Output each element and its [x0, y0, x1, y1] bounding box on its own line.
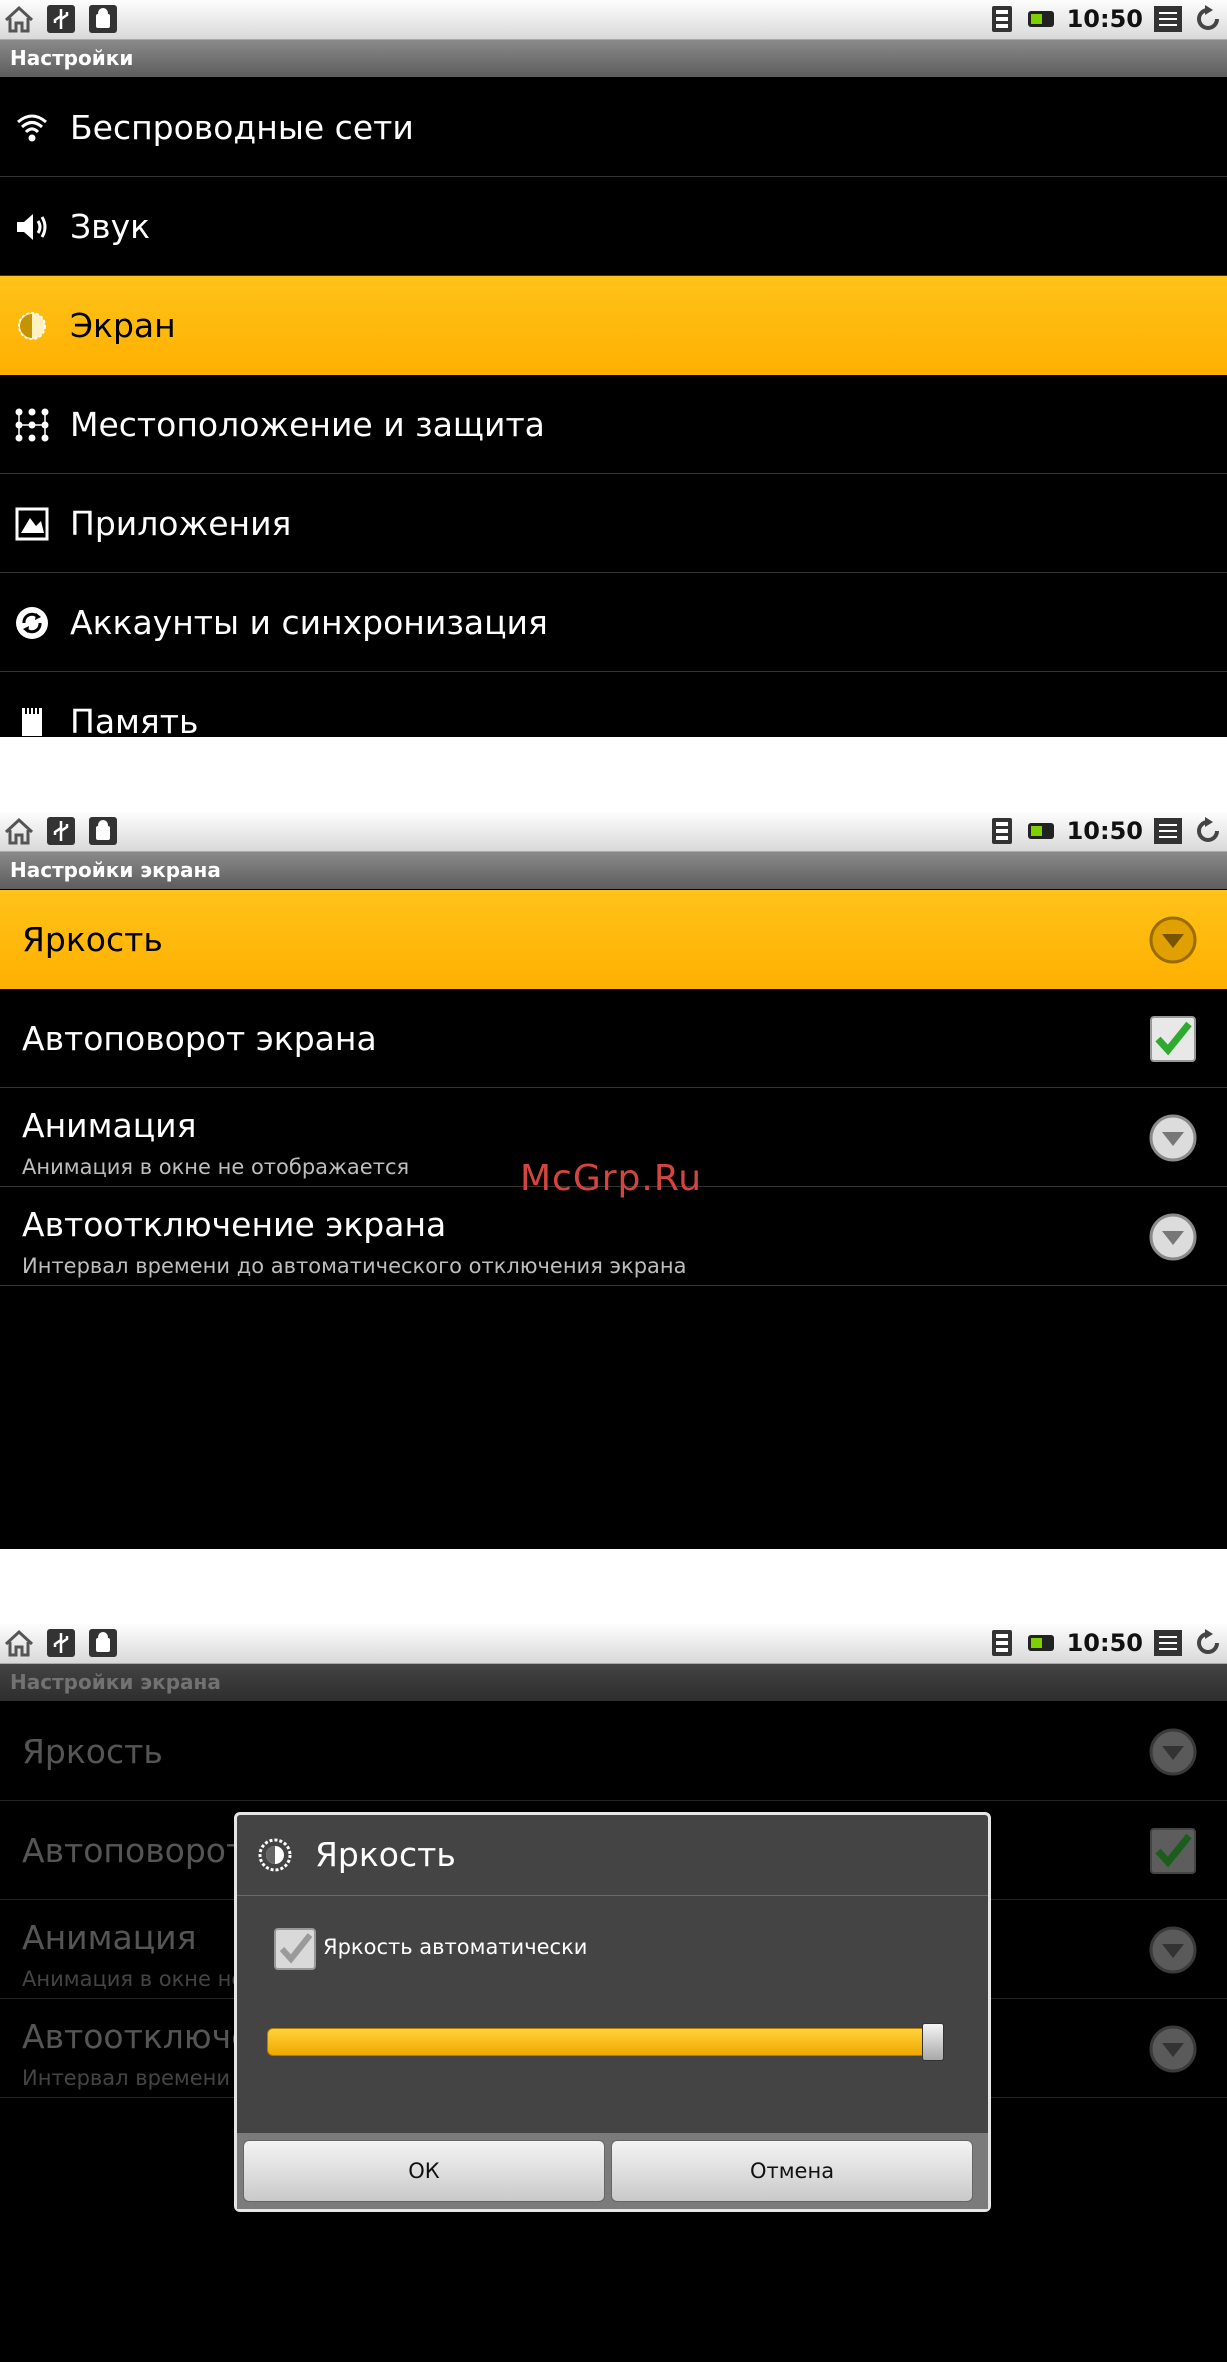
brightness-dialog-screen: 10:50 Настройки экрана Яркость Автоповор…: [0, 1624, 1227, 2362]
sdcard-icon: [22, 708, 42, 736]
sync-icon: [16, 607, 48, 639]
signal-icon: [991, 818, 1012, 844]
clock: 10:50: [1066, 5, 1143, 33]
android-debug-icon: [89, 817, 117, 845]
refresh-icon[interactable]: [1193, 1628, 1223, 1658]
clock: 10:50: [1066, 817, 1143, 845]
brightness-slider[interactable]: [267, 2023, 957, 2061]
wifi-icon: [17, 114, 47, 142]
home-icon: [4, 1629, 34, 1657]
brightness-slider-fill: [267, 2028, 933, 2056]
refresh-icon[interactable]: [1193, 4, 1223, 34]
menu-item-wireless[interactable]: Беспроводные сети: [0, 78, 1227, 177]
dropdown-icon[interactable]: [1149, 916, 1197, 964]
menu-item-accounts-sync[interactable]: Аккаунты и синхронизация: [0, 573, 1227, 672]
status-bar: 10:50: [0, 0, 1227, 40]
setting-brightness: Яркость: [0, 1702, 1227, 1801]
dialog-button-bar: ОК Отмена: [237, 2133, 988, 2209]
page-title: Настройки: [0, 40, 1227, 77]
menu-item-storage[interactable]: Память: [0, 672, 1227, 737]
menu-list-icon[interactable]: [1153, 4, 1183, 34]
watermark: McGrp.Ru: [520, 1158, 703, 1199]
home-icon: [4, 5, 34, 33]
battery-icon: [1027, 11, 1054, 27]
grid-lock-icon: [15, 408, 49, 442]
android-debug-icon: [89, 1629, 117, 1657]
dropdown-icon[interactable]: [1149, 1114, 1197, 1162]
dialog-title: Яркость: [315, 1835, 456, 1874]
menu-item-applications[interactable]: Приложения: [0, 474, 1227, 573]
checkbox-checked-icon[interactable]: [1149, 1015, 1197, 1063]
battery-icon: [1027, 1635, 1054, 1651]
dropdown-icon[interactable]: [1149, 1213, 1197, 1261]
refresh-icon[interactable]: [1193, 816, 1223, 846]
menu-item-location-security[interactable]: Местоположение и защита: [0, 375, 1227, 474]
auto-brightness-checkbox[interactable]: [273, 1927, 317, 1971]
battery-icon: [1027, 823, 1054, 839]
page-title: Настройки экрана: [0, 852, 1227, 889]
android-debug-icon: [89, 5, 117, 33]
clock: 10:50: [1066, 1629, 1143, 1657]
status-bar: 10:50: [0, 1624, 1227, 1664]
menu-item-display[interactable]: Экран: [0, 276, 1227, 375]
signal-icon: [991, 1630, 1012, 1656]
dropdown-icon: [1149, 2025, 1197, 2073]
cancel-button[interactable]: Отмена: [611, 2140, 973, 2202]
brightness-slider-thumb[interactable]: [922, 2023, 944, 2061]
dialog-header: Яркость: [237, 1815, 988, 1896]
brightness-dialog: Яркость Яркость автоматически ОК Отмена: [234, 1812, 991, 2212]
dropdown-icon: [1149, 1728, 1197, 1776]
setting-brightness[interactable]: Яркость: [0, 890, 1227, 989]
menu-list-icon[interactable]: [1153, 816, 1183, 846]
page-title: Настройки экрана: [0, 1664, 1227, 1701]
usb-icon: [47, 5, 75, 33]
signal-icon: [991, 6, 1012, 32]
brightness-sun-icon: [258, 1838, 292, 1872]
menu-list-icon[interactable]: [1153, 1628, 1183, 1658]
setting-screen-timeout[interactable]: Автоотключение экрана Интервал времени д…: [0, 1187, 1227, 1286]
ok-button[interactable]: ОК: [243, 2140, 605, 2202]
brightness-icon: [18, 312, 46, 340]
home-icon: [4, 817, 34, 845]
dropdown-icon: [1149, 1926, 1197, 1974]
apps-icon: [15, 507, 49, 541]
status-bar: 10:50: [0, 812, 1227, 852]
auto-brightness-label: Яркость автоматически: [323, 1935, 588, 1959]
settings-screen: 10:50 Настройки Беспроводные сети Звук Э…: [0, 0, 1227, 737]
menu-item-sound[interactable]: Звук: [0, 177, 1227, 276]
usb-icon: [47, 1629, 75, 1657]
checkbox-checked-icon: [1150, 1828, 1196, 1874]
usb-icon: [47, 817, 75, 845]
speaker-icon: [17, 214, 47, 240]
setting-auto-rotate[interactable]: Автоповорот экрана: [0, 989, 1227, 1088]
